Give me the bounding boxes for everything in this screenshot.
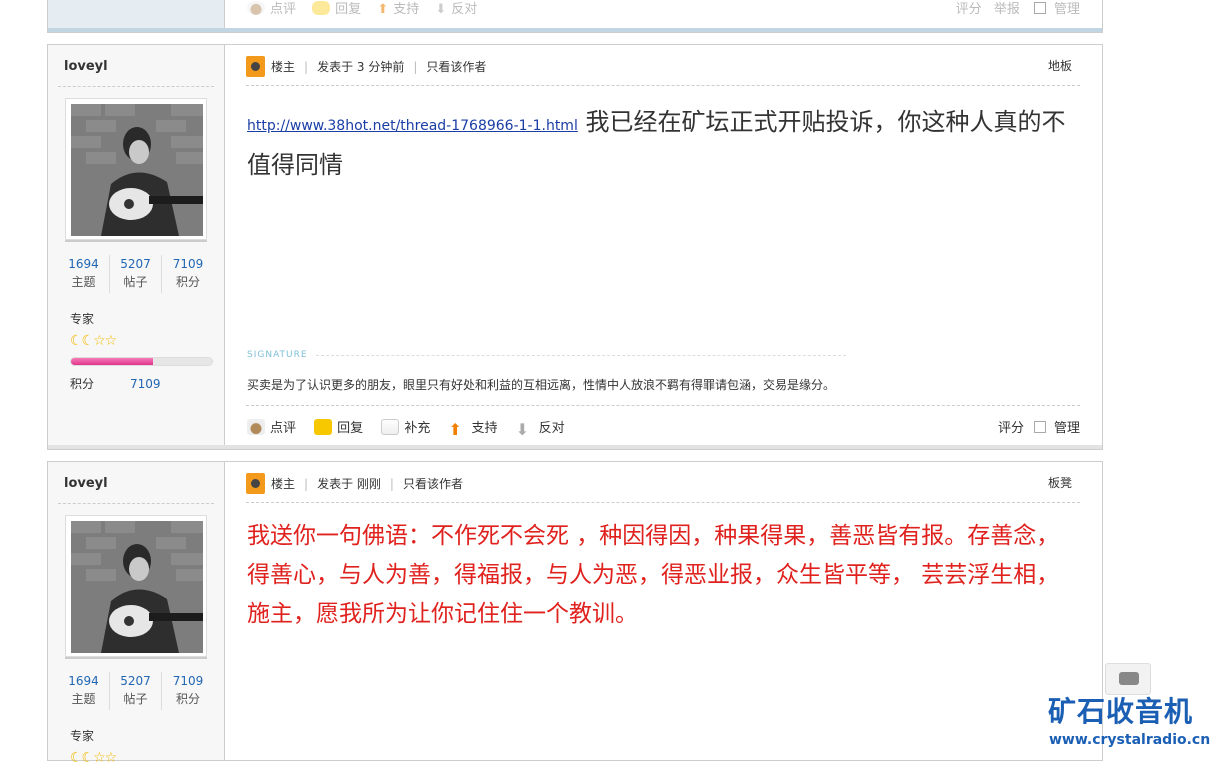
post-meta: 楼主 | 发表于 3 分钟前 | 只看该作者 bbox=[246, 56, 486, 77]
divider bbox=[246, 502, 1080, 503]
only-author-link[interactable]: 只看该作者 bbox=[426, 58, 486, 75]
avatar[interactable] bbox=[65, 515, 207, 657]
avatar[interactable] bbox=[65, 98, 207, 240]
avatar-image bbox=[71, 521, 203, 653]
comment-icon bbox=[247, 1, 265, 15]
only-author-link[interactable]: 只看该作者 bbox=[403, 475, 463, 492]
comment-icon bbox=[247, 419, 265, 435]
post-floor-5: loveyl 1694 主题 5207 帖子 7109 积分 专家 ☾☾☆☆ 楼… bbox=[47, 461, 1103, 766]
thread-owner-icon bbox=[246, 56, 265, 77]
post-separator bbox=[48, 28, 1102, 32]
oppose-button[interactable]: 反对 bbox=[516, 417, 565, 436]
comment-button[interactable]: 点评 bbox=[247, 1, 296, 17]
progress-fill bbox=[71, 358, 153, 365]
post-time: 发表于 3 分钟前 bbox=[317, 60, 405, 74]
divider bbox=[246, 85, 1080, 86]
stat-threads[interactable]: 1694 主题 bbox=[58, 255, 110, 293]
support-button[interactable]: 支持 bbox=[448, 417, 497, 436]
post-content: http://www.38hot.net/thread-1768966-1-1.… bbox=[247, 103, 1077, 185]
rank-stars-icon: ☾☾☆☆ bbox=[70, 333, 117, 349]
reply-icon bbox=[312, 1, 331, 15]
manage-label: 管理 bbox=[1053, 2, 1080, 17]
user-rank: 专家 bbox=[70, 729, 95, 743]
divider bbox=[246, 405, 1080, 406]
credit-progress-bar bbox=[70, 357, 213, 366]
supplement-button[interactable]: 补充 bbox=[381, 417, 430, 436]
divider bbox=[58, 503, 214, 504]
previous-post-footer: 点评 回复 ⬆ 支持 ⬇ 反对 评分 举报 管理 bbox=[47, 0, 1103, 33]
stat-threads[interactable]: 1694 主题 bbox=[58, 672, 110, 710]
thumb-down-icon bbox=[516, 420, 534, 436]
thumb-up-icon: ⬆ bbox=[377, 2, 389, 17]
previous-post-actions: 点评 回复 ⬆ 支持 ⬇ 反对 bbox=[247, 0, 477, 17]
reply-button[interactable]: 回复 bbox=[312, 1, 361, 17]
post-text: 我送你一句佛语：不作死不会死 ，种因得因，种果得果，善恶皆有报。存善念，得善心，… bbox=[247, 523, 1060, 627]
previous-post-right-actions: 评分 举报 管理 bbox=[956, 0, 1080, 17]
score-row: 积分 7109 bbox=[70, 377, 161, 391]
comment-button[interactable]: 点评 bbox=[247, 417, 296, 436]
thumb-up-icon bbox=[448, 420, 466, 436]
user-rank: 专家 bbox=[70, 312, 95, 326]
post-time: 发表于 刚刚 bbox=[317, 477, 381, 491]
signature-label: SIGNATURE bbox=[247, 350, 308, 360]
stat-credits[interactable]: 7109 积分 bbox=[162, 255, 214, 293]
post-floor-4: loveyl 1694 主题 5207 帖子 7109 积分 专家 ☾☾☆☆ 积… bbox=[47, 44, 1103, 450]
post-right-actions: 评分 管理 bbox=[998, 417, 1080, 436]
stat-credits[interactable]: 7109 积分 bbox=[162, 672, 214, 710]
post-meta: 楼主 | 发表于 刚刚 | 只看该作者 bbox=[246, 473, 463, 494]
post-content: 我送你一句佛语：不作死不会死 ，种因得因，种果得果，善恶皆有报。存善念，得善心，… bbox=[247, 517, 1079, 634]
manage-label: 管理 bbox=[1053, 421, 1080, 436]
score-value[interactable]: 7109 bbox=[130, 377, 161, 391]
role-label: 楼主 bbox=[271, 477, 296, 491]
divider bbox=[58, 86, 214, 87]
thread-link[interactable]: http://www.38hot.net/thread-1768966-1-1.… bbox=[247, 118, 578, 134]
role-label: 楼主 bbox=[271, 60, 296, 74]
manage-checkbox[interactable] bbox=[1033, 421, 1046, 433]
stat-posts[interactable]: 5207 帖子 bbox=[110, 255, 162, 293]
site-logo-url: www.crystalradio.cn bbox=[1049, 732, 1211, 748]
post-actions: 点评 回复 补充 支持 反对 bbox=[247, 417, 579, 436]
username[interactable]: loveyl bbox=[64, 476, 108, 491]
supplement-icon bbox=[381, 419, 400, 435]
floor-number[interactable]: 地板 bbox=[1048, 57, 1072, 74]
user-stats: 1694 主题 5207 帖子 7109 积分 bbox=[58, 255, 216, 293]
report-link[interactable]: 举报 bbox=[994, 2, 1020, 17]
manage-checkbox[interactable] bbox=[1033, 2, 1046, 14]
stat-posts[interactable]: 5207 帖子 bbox=[110, 672, 162, 710]
floor-number[interactable]: 板凳 bbox=[1048, 474, 1072, 491]
thumb-down-icon: ⬇ bbox=[435, 2, 447, 17]
avatar-image bbox=[71, 104, 203, 236]
rank-stars-icon: ☾☾☆☆ bbox=[70, 750, 117, 766]
post-separator bbox=[48, 445, 1102, 449]
user-stats: 1694 主题 5207 帖子 7109 积分 bbox=[58, 672, 216, 710]
user-column: loveyl bbox=[48, 45, 225, 449]
reply-button[interactable]: 回复 bbox=[314, 417, 363, 436]
divider bbox=[316, 355, 846, 356]
rate-link[interactable]: 评分 bbox=[956, 2, 982, 17]
support-button[interactable]: ⬆ 支持 bbox=[377, 2, 419, 17]
oppose-button[interactable]: ⬇ 反对 bbox=[435, 2, 477, 17]
rate-link[interactable]: 评分 bbox=[998, 421, 1024, 436]
username[interactable]: loveyl bbox=[64, 59, 108, 74]
reply-icon bbox=[314, 419, 333, 435]
user-column: loveyl bbox=[48, 462, 225, 766]
site-logo: 矿石收音机 bbox=[1048, 695, 1194, 728]
thread-owner-icon bbox=[246, 473, 265, 494]
signature-text: 买卖是为了认识更多的朋友，眼里只有好处和利益的互相远离，性情中人放浪不羁有得罪请… bbox=[247, 378, 836, 392]
